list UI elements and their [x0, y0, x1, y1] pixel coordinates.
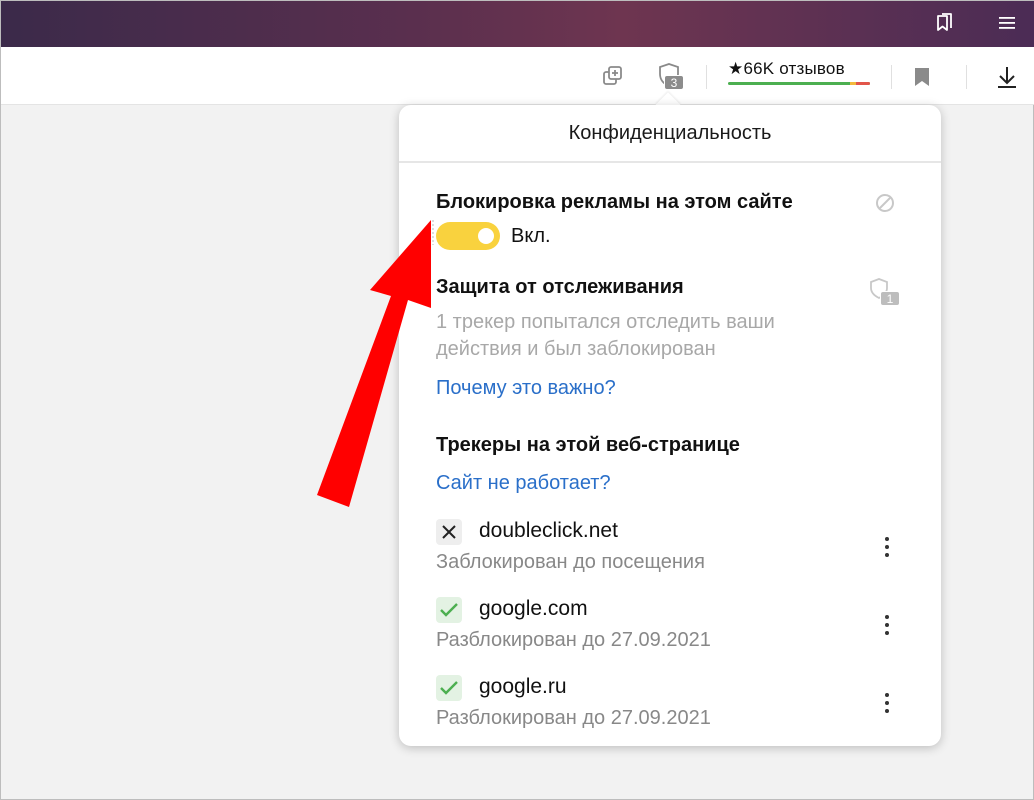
tracker-item: doubleclick.net Заблокирован до посещени…: [399, 517, 941, 577]
bookmarks-icon: [937, 13, 952, 31]
check-icon: [440, 603, 458, 617]
tracker-status-toggle[interactable]: [436, 519, 462, 545]
protection-button[interactable]: 3: [651, 57, 687, 93]
tracker-status-toggle[interactable]: [436, 675, 462, 701]
tracking-heading: Защита от отслеживания: [436, 276, 684, 298]
downloads-button[interactable]: [993, 62, 1021, 92]
close-icon: [442, 525, 456, 539]
reviews-rating-bar: [728, 82, 870, 85]
toolbar-separator: [966, 65, 967, 89]
ad-block-toggle[interactable]: [436, 222, 500, 250]
ad-block-heading: Блокировка рекламы на этом сайте: [436, 191, 793, 213]
tracking-badge: 1: [880, 291, 900, 306]
add-tab-copy-button[interactable]: [599, 62, 627, 90]
privacy-popup: Конфиденциальность Блокировка рекламы на…: [399, 105, 941, 746]
bookmark-button[interactable]: [909, 63, 935, 91]
tracker-domain: doubleclick.net: [479, 519, 618, 542]
menu-button[interactable]: [993, 10, 1021, 36]
tracker-more-button[interactable]: [875, 689, 899, 717]
bookmark-icon: [915, 68, 929, 86]
browser-toolbar: 3 ★66K отзывов: [1, 47, 1034, 105]
toolbar-separator: [706, 65, 707, 89]
tracker-item: google.com Разблокирован до 27.09.2021: [399, 595, 941, 655]
ad-block-toggle-label: Вкл.: [511, 225, 551, 247]
ad-block-disabled-button[interactable]: [875, 193, 899, 217]
site-broken-link[interactable]: Сайт не работает?: [436, 472, 611, 495]
tracker-status: Заблокирован до посещения: [436, 551, 705, 573]
toggle-knob: [478, 228, 494, 244]
shield-badge: 3: [664, 75, 684, 90]
download-icon: [998, 67, 1016, 88]
browser-title-bar: [1, 1, 1034, 47]
no-entry-icon: [876, 194, 894, 212]
tracker-item: google.ru Разблокирован до 27.09.2021: [399, 673, 941, 733]
tracking-description-line2: действия и был заблокирован: [436, 338, 716, 360]
tracking-shield: 1: [869, 277, 905, 309]
tracking-description-line1: 1 трекер попытался отследить ваши: [436, 311, 775, 333]
reviews-button[interactable]: ★66K отзывов: [728, 59, 870, 89]
why-important-link[interactable]: Почему это важно?: [436, 377, 616, 400]
tracker-status: Разблокирован до 27.09.2021: [436, 629, 711, 651]
tracker-domain: google.ru: [479, 675, 567, 698]
tracker-status: Разблокирован до 27.09.2021: [436, 707, 711, 729]
reviews-label: ★66K отзывов: [728, 59, 845, 78]
popup-title: Конфиденциальность: [399, 105, 941, 163]
check-icon: [440, 681, 458, 695]
trackers-heading: Трекеры на этой веб-странице: [436, 434, 740, 456]
tracker-status-toggle[interactable]: [436, 597, 462, 623]
tracker-more-button[interactable]: [875, 533, 899, 561]
bookmarks-panel-button[interactable]: [930, 10, 958, 36]
tracker-more-button[interactable]: [875, 611, 899, 639]
hamburger-icon: [999, 17, 1015, 29]
tracker-domain: google.com: [479, 597, 588, 620]
copy-plus-icon: [603, 66, 622, 85]
toolbar-separator: [891, 65, 892, 89]
